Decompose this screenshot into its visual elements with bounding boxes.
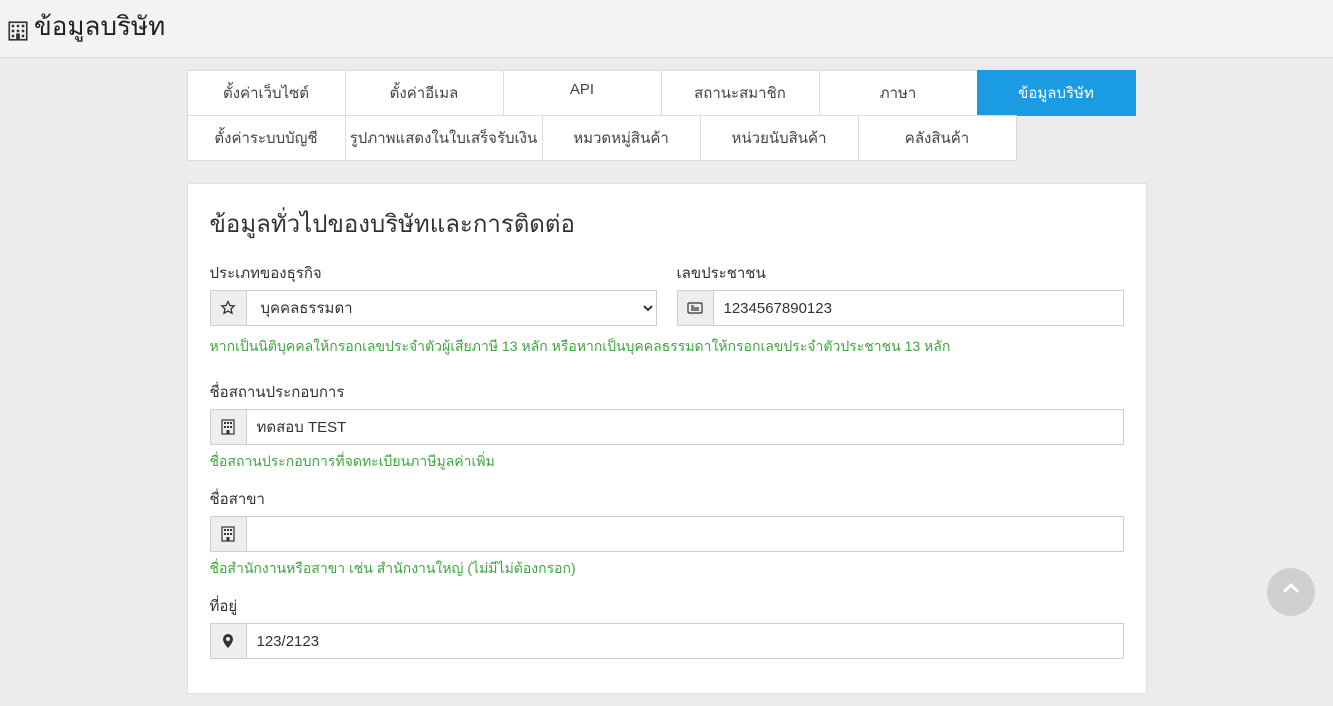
company-name-input[interactable] [246, 409, 1124, 445]
tab-website-settings[interactable]: ตั้งค่าเว็บไซต์ [187, 70, 346, 116]
business-type-select[interactable]: บุคคลธรรมดา [246, 290, 657, 326]
scroll-to-top-button[interactable] [1267, 568, 1315, 616]
tab-language[interactable]: ภาษา [819, 70, 978, 116]
business-type-label: ประเภทของธุรกิจ [210, 261, 657, 285]
tab-warehouse[interactable]: คลังสินค้า [858, 115, 1017, 161]
address-label: ที่อยู่ [210, 594, 1124, 618]
star-icon [210, 290, 246, 326]
id-number-label: เลขประชาชน [677, 261, 1124, 285]
tab-product-categories[interactable]: หมวดหมู่สินค้า [542, 115, 701, 161]
page-title-container: ข้อมูลบริษัท [8, 6, 1325, 47]
tab-member-status[interactable]: สถานะสมาชิก [661, 70, 820, 116]
tab-api[interactable]: API [503, 70, 662, 116]
chevron-up-icon [1280, 578, 1302, 607]
branch-name-label: ชื่อสาขา [210, 487, 1124, 511]
id-card-icon [677, 290, 713, 326]
address-input[interactable] [246, 623, 1124, 659]
tabs-row-1: ตั้งค่าเว็บไซต์ ตั้งค่าอีเมล API สถานะสม… [187, 70, 1147, 116]
page-title: ข้อมูลบริษัท [34, 6, 165, 47]
company-panel: ข้อมูลทั่วไปของบริษัทและการติดต่อ ประเภท… [187, 183, 1147, 694]
building-small-icon-2 [210, 516, 246, 552]
company-name-help: ชื่อสถานประกอบการที่จดทะเบียนภาษีมูลค่าเ… [210, 451, 1124, 473]
tab-company-info[interactable]: ข้อมูลบริษัท [977, 70, 1136, 116]
panel-title: ข้อมูลทั่วไปของบริษัทและการติดต่อ [210, 204, 1124, 243]
tab-email-settings[interactable]: ตั้งค่าอีเมล [345, 70, 504, 116]
id-number-input[interactable] [713, 290, 1124, 326]
branch-name-input[interactable] [246, 516, 1124, 552]
building-small-icon [210, 409, 246, 445]
content-wrapper: ตั้งค่าเว็บไซต์ ตั้งค่าอีเมล API สถานะสม… [187, 58, 1147, 706]
building-icon [8, 17, 28, 37]
map-pin-icon [210, 623, 246, 659]
id-help-text: หากเป็นนิติบุคคลให้กรอกเลขประจำตัวผู้เสี… [210, 336, 1124, 358]
tab-product-units[interactable]: หน่วยนับสินค้า [700, 115, 859, 161]
branch-name-help: ชื่อสำนักงานหรือสาขา เช่น สำนักงานใหญ่ (… [210, 558, 1124, 580]
company-name-label: ชื่อสถานประกอบการ [210, 380, 1124, 404]
page-header: ข้อมูลบริษัท [0, 0, 1333, 58]
tab-account-settings[interactable]: ตั้งค่าระบบบัญชี [187, 115, 346, 161]
tabs-row-2: ตั้งค่าระบบบัญชี รูปภาพแสดงในใบเสร็จรับเ… [187, 115, 1147, 161]
tab-receipt-image[interactable]: รูปภาพแสดงในใบเสร็จรับเงิน [345, 115, 543, 161]
